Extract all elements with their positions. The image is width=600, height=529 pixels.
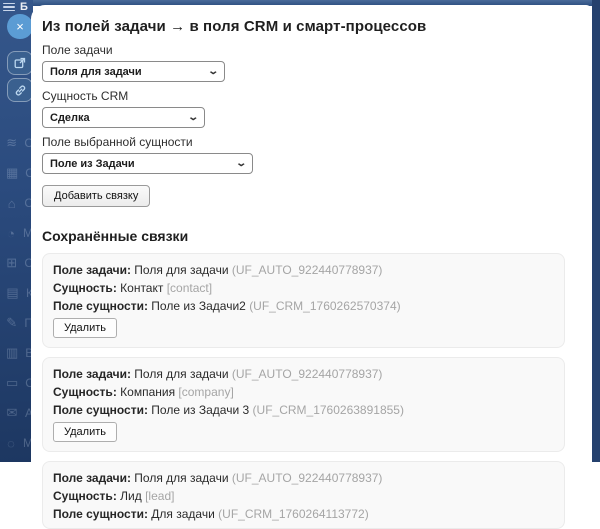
external-link-icon: [14, 57, 26, 69]
saved-links-heading: Сохранённые связки: [42, 228, 592, 244]
entity-code: [contact]: [167, 281, 212, 295]
slider-controls: ×: [7, 14, 34, 105]
mapping-form: Поле задачи Поля для задачи ⌄ Сущность C…: [42, 43, 592, 207]
copy-link-button[interactable]: [7, 78, 33, 102]
crm-entity-select[interactable]: Сделка ⌄: [42, 107, 205, 128]
entity-line-label: Сущность:: [53, 281, 117, 295]
task-field-value: Поля для задачи: [134, 263, 228, 277]
wifi-icon: ≋: [6, 135, 17, 151]
task-field-value: Поля для задачи: [134, 367, 228, 381]
sidebar-menu: ≋С▦С⌂С◔М⊞С▤К✎П▥В▭С✉А◌М: [0, 128, 33, 458]
sidebar-item[interactable]: ▥В: [0, 338, 33, 368]
building-icon: ⌂: [6, 196, 17, 211]
task-field-line: Поле задачи: Поля для задачи (UF_AUTO_92…: [53, 469, 554, 487]
saved-link-card: Поле задачи: Поля для задачи (UF_AUTO_92…: [42, 357, 565, 452]
entity-field-value: Поле из Задачи2: [151, 299, 246, 313]
donut-chart-icon: ◔: [6, 226, 16, 241]
entity-code: [lead]: [145, 489, 174, 503]
sidebar-item[interactable]: ▦С: [0, 158, 33, 188]
task-field-line: Поле задачи: Поля для задачи (UF_AUTO_92…: [53, 261, 554, 279]
sidebar-item[interactable]: ▤К: [0, 278, 33, 308]
entity-field-select-value: Поле из Задачи: [50, 158, 135, 170]
entity-field-label: Поле выбранной сущности: [42, 135, 592, 149]
task-field-line: Поле задачи: Поля для задачи (UF_AUTO_92…: [53, 365, 554, 383]
entity-field-code: (UF_CRM_1760262570374): [249, 299, 400, 313]
entity-field-line: Поле сущности: Поле из Задачи 3 (UF_CRM_…: [53, 401, 554, 419]
entity-line: Сущность: Контакт [contact]: [53, 279, 554, 297]
sidebar-item[interactable]: ⊞С: [0, 248, 33, 278]
open-in-new-window-button[interactable]: [7, 51, 33, 75]
sidebar-item[interactable]: ✉А: [0, 398, 33, 428]
page-edge-strip: [592, 0, 600, 462]
saved-links-list: Поле задачи: Поля для задачи (UF_AUTO_92…: [42, 253, 592, 529]
task-field-line-label: Поле задачи:: [53, 263, 131, 277]
entity-field-value: Поле из Задачи 3: [151, 403, 249, 417]
close-slider-button[interactable]: ×: [7, 14, 33, 39]
sidebar-item[interactable]: ▭С: [0, 368, 33, 398]
task-field-code: (UF_AUTO_922440778937): [232, 471, 383, 485]
entity-value: Контакт: [120, 281, 163, 295]
saved-link-card: Поле задачи: Поля для задачи (UF_AUTO_92…: [42, 253, 565, 348]
monitor-icon: ▭: [6, 375, 18, 391]
chevron-down-icon: ⌄: [207, 66, 219, 77]
delete-link-button[interactable]: Удалить: [53, 422, 117, 442]
hamburger-menu-icon[interactable]: [3, 3, 15, 12]
entity-code: [company]: [178, 385, 233, 399]
task-field-select-value: Поля для задачи: [50, 66, 142, 78]
chevron-down-icon: ⌄: [235, 158, 247, 169]
sidebar-item[interactable]: ✎П: [0, 308, 33, 338]
chevron-down-icon: ⌄: [187, 112, 199, 123]
entity-field-select[interactable]: Поле из Задачи ⌄: [42, 153, 253, 174]
sidebar-item[interactable]: ◔М: [0, 218, 33, 248]
page-title: Из полей задачи → в поля CRM и смарт-про…: [42, 18, 592, 35]
entity-field-value: Для задачи: [151, 507, 215, 521]
entity-field-line: Поле сущности: Для задачи (UF_CRM_176026…: [53, 505, 554, 523]
sidebar-item[interactable]: ⌂С: [0, 188, 33, 218]
entity-field-line: Поле сущности: Поле из Задачи2 (UF_CRM_1…: [53, 297, 554, 315]
crm-entity-label: Сущность CRM: [42, 89, 592, 103]
link-icon: [14, 84, 27, 97]
entity-line: Сущность: Компания [company]: [53, 383, 554, 401]
logo-letter: Б: [20, 1, 28, 13]
saved-link-card: Поле задачи: Поля для задачи (UF_AUTO_92…: [42, 461, 565, 529]
cart-icon: ⊞: [6, 255, 17, 271]
globe-icon: ◌: [6, 436, 16, 451]
task-field-value: Поля для задачи: [134, 471, 228, 485]
entity-value: Компания: [120, 385, 175, 399]
document-icon: ▤: [6, 285, 19, 301]
chat-icon: ✉: [6, 405, 18, 421]
task-field-label: Поле задачи: [42, 43, 592, 57]
crm-entity-select-value: Сделка: [50, 112, 90, 124]
task-field-line-label: Поле задачи:: [53, 367, 131, 381]
task-field-code: (UF_AUTO_922440778937): [232, 263, 383, 277]
task-field-line-label: Поле задачи:: [53, 471, 131, 485]
sidebar-item[interactable]: ≋С: [0, 128, 33, 158]
entity-field-code: (UF_CRM_1760263891855): [253, 403, 404, 417]
sidebar-item[interactable]: ◌М: [0, 428, 33, 458]
entity-line: Сущность: Лид [lead]: [53, 487, 554, 505]
calendar-icon: ▦: [6, 165, 18, 181]
entity-field-line-label: Поле сущности:: [53, 403, 148, 417]
task-field-select[interactable]: Поля для задачи ⌄: [42, 61, 225, 82]
close-icon: ×: [16, 19, 24, 34]
pencil-icon: ✎: [6, 315, 17, 331]
entity-line-label: Сущность:: [53, 489, 117, 503]
entity-field-line-label: Поле сущности:: [53, 507, 148, 521]
entity-line-label: Сущность:: [53, 385, 117, 399]
logo-area: Б: [3, 1, 28, 13]
task-field-code: (UF_AUTO_922440778937): [232, 367, 383, 381]
bar-chart-icon: ▥: [6, 345, 18, 361]
entity-field-line-label: Поле сущности:: [53, 299, 148, 313]
entity-field-code: (UF_CRM_1760264113772): [218, 507, 369, 521]
slider-panel: Из полей задачи → в поля CRM и смарт-про…: [31, 5, 592, 462]
add-link-button[interactable]: Добавить связку: [42, 185, 150, 207]
entity-value: Лид: [120, 489, 142, 503]
delete-link-button[interactable]: Удалить: [53, 318, 117, 338]
